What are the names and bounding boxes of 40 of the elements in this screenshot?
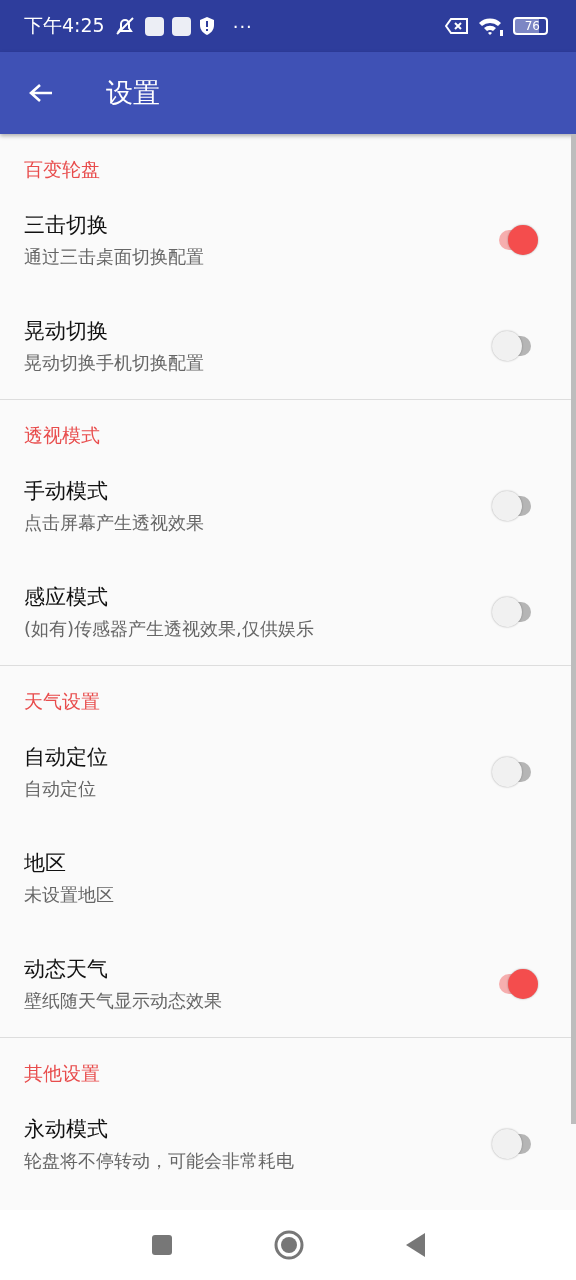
setting-title: 手动模式: [24, 478, 109, 505]
settings-row[interactable]: 三击切换 通过三击桌面切换配置: [0, 187, 571, 293]
settings-row[interactable]: 动态天气 壁纸随天气显示动态效果: [0, 931, 571, 1037]
setting-title: 永动模式: [24, 1116, 109, 1143]
setting-title: 晃动切换: [24, 318, 109, 345]
settings-row[interactable]: 自动定位 自动定位: [0, 719, 571, 825]
section-header: 透视模式: [23, 423, 101, 448]
setting-description: 自动定位: [24, 777, 97, 801]
back-triangle-icon[interactable]: [404, 1232, 426, 1258]
notification-icon: [171, 16, 191, 36]
sim-missing-icon: [444, 17, 469, 35]
setting-title: 地区: [24, 850, 67, 877]
settings-row[interactable]: 手动模式 点击屏幕产生透视效果: [0, 453, 571, 559]
setting-title: 三击切换: [24, 212, 109, 239]
square-icon[interactable]: [150, 1233, 174, 1257]
notification-icon: [144, 16, 164, 36]
settings-row[interactable]: 晃动切换 晃动切换手机切换配置: [0, 293, 571, 399]
settings-row[interactable]: 感应模式 (如有)传感器产生透视效果,仅供娱乐: [0, 559, 571, 665]
setting-description: 轮盘将不停转动，可能会非常耗电: [24, 1149, 295, 1173]
more-indicator: ···: [232, 15, 253, 37]
back-arrow-icon[interactable]: [28, 82, 54, 104]
setting-title: 动态天气: [24, 956, 109, 983]
section-header: 天气设置: [23, 689, 101, 714]
screen-title: 设置: [106, 76, 160, 110]
setting-description: 晃动切换手机切换配置: [24, 351, 205, 375]
battery-indicator: 76: [512, 17, 548, 35]
settings-row[interactable]: 永动模式 轮盘将不停转动，可能会非常耗电: [0, 1091, 571, 1197]
setting-description: 壁纸随天气显示动态效果: [24, 989, 223, 1013]
status-time: 下午4:25: [24, 13, 105, 38]
section-header: 其他设置: [23, 1061, 101, 1086]
shield-icon: [198, 16, 215, 36]
setting-description: (如有)传感器产生透视效果,仅供娱乐: [24, 617, 315, 641]
home-icon[interactable]: [274, 1230, 304, 1260]
setting-description: 通过三击桌面切换配置: [24, 245, 205, 269]
settings-row[interactable]: 地区 未设置地区: [0, 825, 571, 931]
setting-description: 未设置地区: [24, 883, 115, 907]
setting-title: 自动定位: [24, 744, 109, 771]
setting-title: 感应模式: [24, 584, 109, 611]
section-header: 百变轮盘: [23, 157, 101, 182]
setting-description: 点击屏幕产生透视效果: [24, 511, 205, 535]
